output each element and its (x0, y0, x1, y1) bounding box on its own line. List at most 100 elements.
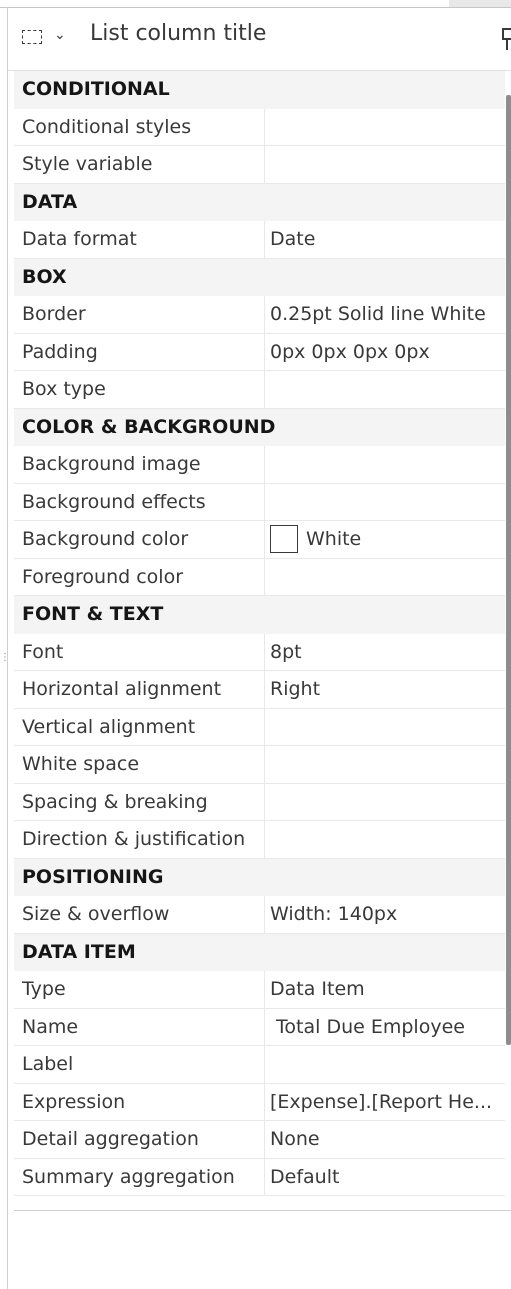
select-ancestor-icon[interactable] (22, 30, 42, 44)
property-value[interactable]: Data Item (265, 971, 505, 1008)
property-value-text: Width: 140px (270, 903, 398, 926)
property-row[interactable]: Type Data Item (14, 971, 505, 1009)
property-value[interactable]: Total Due Employee (265, 1009, 505, 1046)
property-value-text: Right (270, 678, 321, 701)
property-row[interactable]: Style variable (14, 146, 505, 184)
property-label: Direction & justification (14, 821, 265, 858)
section-header[interactable]: COLOR & BACKGROUND (14, 408, 505, 446)
property-value-text: Date (270, 228, 316, 251)
property-label: White space (14, 746, 265, 783)
property-row[interactable]: Data format Date (14, 221, 505, 259)
property-value[interactable]: White (265, 521, 505, 558)
color-swatch[interactable] (270, 525, 298, 554)
property-row[interactable]: Size & overflow Width: 140px (14, 896, 505, 934)
property-row[interactable]: Foreground color (14, 558, 505, 596)
section-header[interactable]: POSITIONING (14, 858, 505, 896)
property-row[interactable]: Spacing & breaking (14, 783, 505, 821)
property-value-text: White (306, 528, 362, 551)
property-value-text: Total Due Employee (270, 1015, 465, 1038)
property-value[interactable]: Right (265, 671, 505, 708)
property-label: Detail aggregation (14, 1121, 265, 1158)
property-row[interactable]: Background effects (14, 483, 505, 521)
panel-header: ⌄ List column title (8, 8, 511, 71)
property-value[interactable]: 0px 0px 0px 0px (265, 334, 505, 371)
property-row[interactable]: Detail aggregation None (14, 1121, 505, 1159)
panel-title: List column title (90, 21, 267, 46)
properties-table: CONDITIONAL Conditional styles Style varia… (14, 71, 505, 1196)
section-header[interactable]: BOX (14, 258, 505, 296)
property-label: Box type (14, 371, 265, 408)
property-row[interactable]: Box type (14, 371, 505, 409)
property-value[interactable]: [Expense].[Report He... (265, 1084, 505, 1121)
property-label: Summary aggregation (14, 1158, 265, 1195)
property-value[interactable] (265, 146, 505, 183)
property-row[interactable]: Padding 0px 0px 0px 0px (14, 333, 505, 371)
section-header[interactable]: DATA ITEM (14, 933, 505, 971)
property-label: Foreground color (14, 558, 265, 595)
resize-handle-icon[interactable]: ⋮ (0, 653, 10, 681)
property-value-text: 0.25pt Solid line White (270, 303, 486, 326)
property-value-text: 0px 0px 0px 0px (270, 340, 430, 363)
property-label: Conditional styles (14, 108, 265, 145)
property-value[interactable]: Date (265, 221, 505, 258)
top-border (0, 0, 511, 8)
property-label: Type (14, 971, 265, 1008)
property-label: Background effects (14, 483, 265, 520)
property-row[interactable]: Direction & justification (14, 821, 505, 859)
property-value[interactable]: 8pt (265, 634, 505, 671)
property-row[interactable]: Expression [Expense].[Report He... (14, 1083, 505, 1121)
property-value-text: None (270, 1128, 320, 1151)
property-label: Label (14, 1046, 265, 1083)
property-value[interactable] (265, 821, 505, 858)
property-row[interactable]: White space (14, 746, 505, 784)
property-value[interactable] (265, 784, 505, 821)
chevron-down-icon[interactable]: ⌄ (54, 27, 66, 43)
property-value[interactable]: Default (265, 1159, 505, 1196)
property-label: Padding (14, 333, 265, 370)
property-label: Background color (14, 521, 265, 558)
property-label: Style variable (14, 146, 265, 183)
property-row[interactable]: Name Total Due Employee (14, 1008, 505, 1046)
section-header[interactable]: FONT & TEXT (14, 596, 505, 634)
property-row[interactable]: Vertical alignment (14, 708, 505, 746)
property-value[interactable] (265, 559, 505, 596)
property-value[interactable] (265, 746, 505, 783)
property-label: Spacing & breaking (14, 783, 265, 820)
property-row[interactable]: Border 0.25pt Solid line White (14, 296, 505, 334)
property-value-text: Data Item (270, 978, 365, 1001)
section-header[interactable]: DATA (14, 183, 505, 221)
property-value[interactable] (265, 371, 505, 408)
property-value[interactable] (265, 446, 505, 483)
property-value[interactable]: Width: 140px (265, 896, 505, 933)
table-bottom-border (14, 1210, 511, 1211)
property-row[interactable]: Background color White (14, 521, 505, 559)
property-row[interactable]: Summary aggregation Default (14, 1158, 505, 1196)
property-value[interactable]: None (265, 1121, 505, 1158)
property-row[interactable]: Conditional styles (14, 108, 505, 146)
property-row[interactable]: Background image (14, 446, 505, 484)
property-label: Background image (14, 446, 265, 483)
property-row[interactable]: Horizontal alignment Right (14, 671, 505, 709)
property-value[interactable] (265, 109, 505, 146)
scrollbar[interactable] (506, 95, 511, 1045)
property-label: Border (14, 296, 265, 333)
property-label: Expression (14, 1083, 265, 1120)
property-label: Name (14, 1008, 265, 1045)
property-label: Horizontal alignment (14, 671, 265, 708)
property-value[interactable] (265, 709, 505, 746)
section-header[interactable]: CONDITIONAL (14, 71, 505, 109)
property-row[interactable]: Label (14, 1046, 505, 1084)
property-label: Font (14, 633, 265, 670)
property-value-text: 8pt (270, 640, 302, 663)
property-value-text: [Expense].[Report He... (270, 1090, 493, 1113)
pin-icon[interactable] (499, 24, 511, 52)
top-tab (449, 0, 511, 7)
property-value[interactable]: 0.25pt Solid line White (265, 296, 505, 333)
property-value[interactable] (265, 484, 505, 521)
property-label: Vertical alignment (14, 708, 265, 745)
property-row[interactable]: Font 8pt (14, 633, 505, 671)
property-label: Size & overflow (14, 896, 265, 933)
panel-left-border (7, 7, 8, 1289)
property-value[interactable] (265, 1046, 505, 1083)
property-value-text: Default (270, 1165, 340, 1188)
